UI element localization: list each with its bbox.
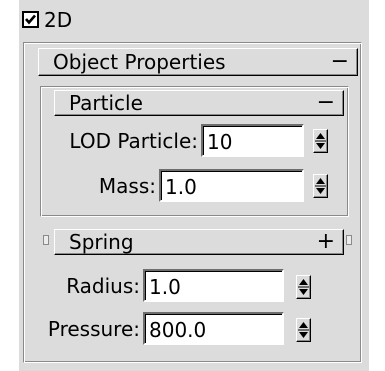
spring-left-grip bbox=[43, 235, 49, 245]
lod-particle-label: LOD Particle: bbox=[69, 129, 198, 153]
collapse-icon[interactable]: − bbox=[317, 92, 335, 114]
checkmark-icon bbox=[25, 14, 36, 25]
expand-icon[interactable]: + bbox=[317, 231, 335, 253]
spring-header[interactable]: Spring + bbox=[54, 229, 344, 255]
radius-spinner[interactable] bbox=[296, 275, 311, 299]
mass-input[interactable]: 1.0 bbox=[159, 169, 304, 202]
pressure-label: Pressure: bbox=[47, 317, 140, 341]
spring-right-grip bbox=[346, 235, 352, 245]
radius-label: Radius: bbox=[66, 274, 140, 298]
spinner-arrows-icon bbox=[298, 322, 309, 338]
object-properties-header[interactable]: Object Properties − bbox=[38, 48, 358, 76]
pressure-spinner[interactable] bbox=[296, 318, 311, 342]
spinner-arrows-icon bbox=[315, 178, 326, 194]
object-properties-title: Object Properties bbox=[53, 50, 226, 74]
mass-label: Mass: bbox=[98, 174, 156, 198]
particle-title: Particle bbox=[69, 91, 143, 115]
radius-input[interactable]: 1.0 bbox=[143, 269, 284, 302]
pressure-input[interactable]: 800.0 bbox=[143, 312, 284, 345]
collapse-icon[interactable]: − bbox=[331, 51, 349, 73]
particle-header[interactable]: Particle − bbox=[54, 90, 344, 116]
lod-particle-spinner[interactable] bbox=[313, 129, 328, 153]
2d-checkbox-label: 2D bbox=[44, 8, 73, 32]
lod-particle-input[interactable]: 10 bbox=[201, 124, 304, 157]
2d-checkbox[interactable] bbox=[22, 11, 39, 28]
mass-spinner[interactable] bbox=[313, 174, 328, 198]
spinner-arrows-icon bbox=[315, 133, 326, 149]
spring-title: Spring bbox=[69, 230, 134, 254]
spinner-arrows-icon bbox=[298, 279, 309, 295]
